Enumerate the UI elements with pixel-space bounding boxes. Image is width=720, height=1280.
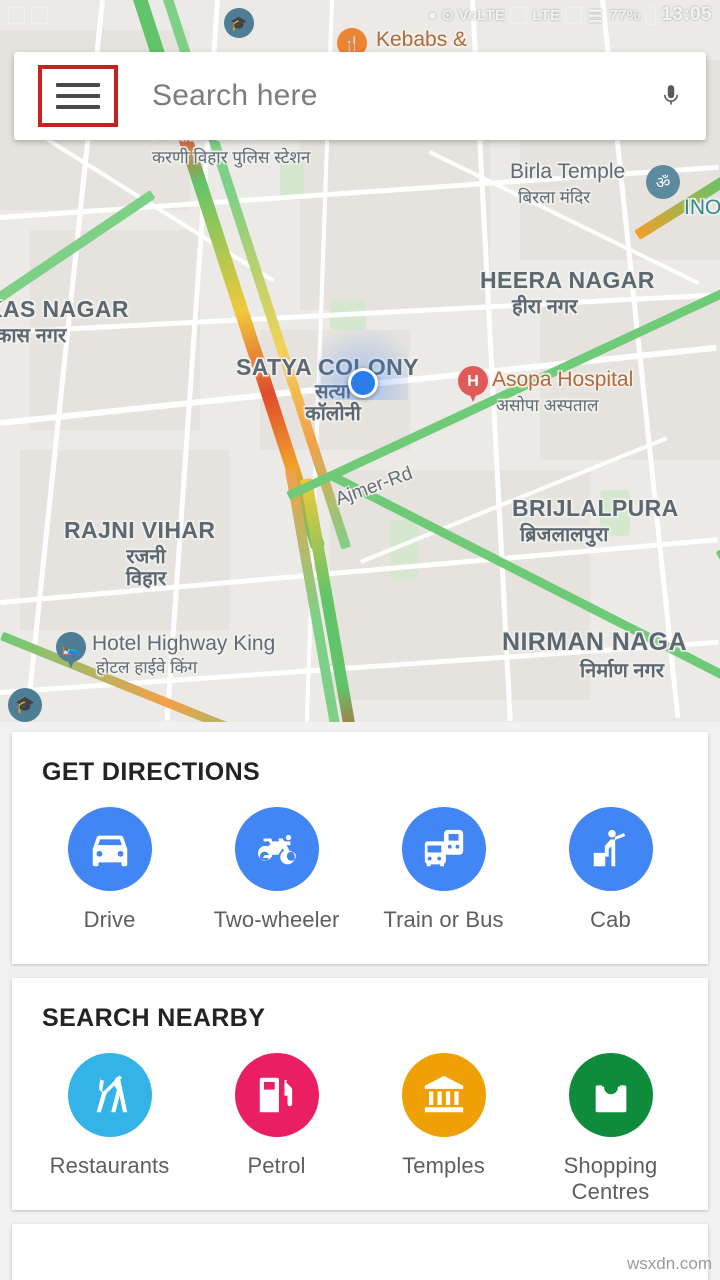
network-type-label: LTE	[532, 6, 561, 24]
car-icon	[92, 835, 127, 867]
map-label-kas-nagar-hi: कास नगर	[0, 325, 67, 347]
hotel-map-pin[interactable]: 🛌	[56, 632, 86, 672]
direction-option-train-or-bus[interactable]: Train or Bus	[360, 807, 527, 933]
map-label-brijlalpura-hi: ब्रिजलालपुरा	[520, 524, 609, 546]
clock-label: 13:05	[661, 4, 712, 25]
train-bus-icon	[424, 829, 463, 867]
two-wheeler-bubble	[234, 807, 319, 891]
two-wheeler-label: Two-wheeler	[213, 907, 340, 932]
map-label-heera-nagar: HEERA NAGAR	[480, 267, 655, 293]
map-label-birla-temple-hi: बिरला मंदिर	[518, 188, 591, 207]
get-directions-title: GET DIRECTIONS	[42, 758, 261, 786]
map-label-kebabs: Kebabs &	[376, 28, 468, 51]
search-nearby-title: SEARCH NEARBY	[42, 1004, 266, 1032]
temples-bubble	[401, 1053, 486, 1137]
alarm-icon: ⏲	[441, 6, 454, 24]
map-label-inox: INO	[684, 196, 720, 219]
nearby-option-petrol[interactable]: Petrol	[193, 1053, 360, 1205]
volte-label: VoLTE	[458, 6, 506, 24]
taxi-hail-icon	[593, 829, 625, 867]
train-bus-label: Train or Bus	[383, 907, 504, 932]
map-label-hotel-highway-king: Hotel Highway King	[92, 632, 276, 655]
shopping-bubble	[568, 1053, 653, 1137]
petrol-bubble	[234, 1053, 319, 1137]
map-label-police-station-hi: करणी विहार पुलिस स्टेशन	[152, 148, 311, 167]
map-label-hotel-highway-king-hi: होटल हाईवे किंग	[96, 658, 198, 677]
direction-option-drive[interactable]: Drive	[26, 807, 193, 933]
search-input[interactable]: Search here	[152, 79, 636, 113]
current-location-dot[interactable]	[348, 368, 378, 398]
restaurant-icon	[96, 1075, 127, 1113]
get-directions-card: GET DIRECTIONS Drive Two-wheeler Train o…	[12, 732, 708, 964]
search-nearby-row: Restaurants Petrol Temples Shopping Cent…	[12, 1053, 708, 1205]
map-label-rajni-vihar-hi: रजनी विहार	[125, 546, 167, 591]
search-bar[interactable]: Search here	[14, 52, 706, 140]
search-nearby-card: SEARCH NEARBY Restaurants Petrol Temples…	[12, 978, 708, 1210]
map-label-nirman-nagar: NIRMAN NAGA	[502, 628, 687, 656]
fuel-pump-icon	[259, 1077, 292, 1113]
drive-label: Drive	[83, 907, 136, 932]
cab-bubble	[568, 807, 653, 891]
map-label-brijlalpura: BRIJLALPURA	[512, 495, 679, 521]
map-label-asopa-hospital: Asopa Hospital	[492, 368, 634, 391]
map-label-nirman-nagar-hi: निर्माण नगर	[580, 660, 664, 682]
battery-icon	[645, 5, 657, 25]
map-label-asopa-hospital-hi: असोपा अस्पताल	[496, 396, 599, 415]
google-maps-screen: Police Station करणी विहार पुलिस स्टेशन B…	[0, 0, 720, 1280]
hamburger-menu-button[interactable]	[38, 65, 118, 127]
map-label-heera-nagar-hi: हीरा नगर	[512, 296, 578, 318]
microphone-icon	[663, 85, 679, 105]
watermark: wsxdn.com	[626, 1254, 712, 1273]
train-bus-bubble	[401, 807, 486, 891]
direction-option-two-wheeler[interactable]: Two-wheeler	[193, 807, 360, 933]
gmail-icon	[31, 6, 48, 24]
status-bar: ● ⏲ VoLTE LTE ☰ 77% 13:05	[0, 0, 720, 30]
bottom-sheet: GET DIRECTIONS Drive Two-wheeler Train o…	[0, 722, 720, 1280]
map-label-rajni-vihar: RAJNI VIHAR	[64, 517, 216, 543]
temple-icon	[424, 1075, 463, 1113]
temple-map-pin[interactable]: ॐ	[646, 165, 680, 199]
hamburger-menu-icon	[56, 83, 100, 109]
signal-bars-icon-2: ☰	[587, 6, 603, 26]
battery-percent-label: 77%	[609, 6, 641, 24]
map-label-birla-temple: Birla Temple	[510, 160, 626, 183]
direction-option-cab[interactable]: Cab	[527, 807, 694, 933]
cab-label: Cab	[590, 907, 631, 932]
signal-bars-icon	[565, 6, 583, 24]
sim-icon	[510, 6, 528, 24]
drive-bubble	[67, 807, 152, 891]
get-directions-row: Drive Two-wheeler Train or Bus Cab	[12, 807, 708, 933]
hospital-map-pin[interactable]: H	[458, 366, 488, 406]
shopping-bag-icon	[595, 1077, 626, 1113]
restaurants-bubble	[67, 1053, 152, 1137]
restaurants-label: Restaurants	[49, 1153, 170, 1178]
voice-search-button[interactable]	[636, 77, 706, 115]
map-label-kas-nagar: KAS NAGAR	[0, 296, 129, 322]
temples-label: Temples	[402, 1153, 485, 1178]
nearby-option-restaurants[interactable]: Restaurants	[26, 1053, 193, 1205]
nearby-option-shopping-centres[interactable]: Shopping Centres	[527, 1053, 694, 1205]
petrol-label: Petrol	[247, 1153, 306, 1178]
motorcycle-icon	[257, 834, 296, 865]
third-card-partial[interactable]	[12, 1224, 708, 1280]
shopping-centres-label: Shopping Centres	[563, 1153, 658, 1204]
location-icon: ●	[427, 6, 437, 24]
school-map-pin[interactable]: 🎓	[8, 688, 42, 722]
nearby-option-temples[interactable]: Temples	[360, 1053, 527, 1205]
screenshot-icon	[8, 6, 25, 24]
